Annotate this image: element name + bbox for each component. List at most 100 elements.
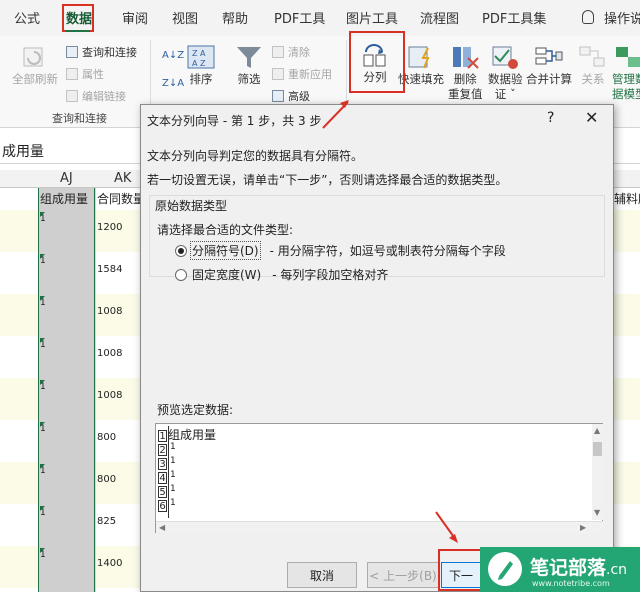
radio-selected-icon[interactable] <box>175 244 187 257</box>
scroll-right-icon[interactable]: ▶ <box>580 523 586 532</box>
wizard-instruction-text: 若一切设置无误，请单击“下一步”，否则请选择最合适的数据类型。 <box>147 173 508 187</box>
help-button[interactable]: ? <box>547 110 554 126</box>
cell-ak-value[interactable]: 800 <box>97 474 116 485</box>
preview-horizontal-scrollbar[interactable]: ◀ ▶ <box>156 521 603 533</box>
cell-aj-value[interactable]: 1 <box>40 508 46 518</box>
cell-ak-value[interactable]: 1584 <box>97 264 122 275</box>
cell-ak-value[interactable]: 825 <box>97 516 116 527</box>
sort-button[interactable]: Z AA Z 排序 <box>186 44 216 87</box>
cell-aj-value[interactable]: 1 <box>40 382 46 392</box>
properties-button[interactable]: 属性 <box>66 66 104 82</box>
scroll-up-icon[interactable]: ▲ <box>594 426 600 435</box>
advanced-filter-button[interactable]: 高级 <box>272 88 310 104</box>
edit-links-button[interactable]: 编辑链接 <box>66 88 126 104</box>
cell-aj-value[interactable]: 1 <box>40 550 46 560</box>
preview-row-number: 5 <box>158 486 167 498</box>
preview-vertical-scrollbar[interactable]: ▲ ▼ <box>592 424 603 520</box>
cell-ak-value[interactable]: 1008 <box>97 348 122 359</box>
tab-data-highlight <box>62 4 94 32</box>
edit-links-icon <box>66 90 78 102</box>
wizard-intro-text: 文本分列向导判定您的数据具有分隔符。 <box>147 149 364 163</box>
lightbulb-icon <box>582 10 594 24</box>
back-button[interactable]: < 上一步(B) <box>367 562 439 588</box>
cell-ak-value[interactable]: 800 <box>97 432 116 443</box>
reapply-button[interactable]: 重新应用 <box>272 66 332 82</box>
choose-type-label: 请选择最合适的文件类型: <box>157 223 294 237</box>
radio-unselected-icon[interactable] <box>175 268 187 281</box>
tab-flowchart[interactable]: 流程图 <box>420 8 459 27</box>
remove-duplicates-icon <box>450 44 480 70</box>
cell-aj-value[interactable]: 1 <box>40 466 46 476</box>
group-title: 原始数据类型 <box>155 197 228 214</box>
tab-picture-tools[interactable]: 图片工具 <box>346 8 398 27</box>
cell-ak-value[interactable]: 1008 <box>97 390 122 401</box>
selected-column-aj[interactable] <box>38 188 95 592</box>
cell-aj-value[interactable]: 1 <box>40 256 46 266</box>
tab-review[interactable]: 审阅 <box>122 8 148 27</box>
svg-text:Z A: Z A <box>192 49 206 58</box>
preview-row-number: 6 <box>158 500 167 512</box>
cell-aj-value[interactable]: 1 <box>40 214 46 224</box>
cell-aj-value[interactable]: 1 <box>40 298 46 308</box>
fixed-width-label: 固定宽度(W) <box>192 268 262 282</box>
preview-value: 1 <box>170 498 176 508</box>
manage-data-model-button[interactable]: 管理数 据模型 <box>612 44 640 102</box>
tab-pdf-toolset[interactable]: PDF工具集 <box>482 8 546 27</box>
column-header-aj[interactable]: AJ <box>60 171 73 186</box>
tab-formulas[interactable]: 公式 <box>14 8 40 27</box>
preview-row-number: 1 <box>158 430 167 442</box>
cell-aj-value[interactable]: 1 <box>40 424 46 434</box>
cancel-button[interactable]: 取消 <box>287 562 357 588</box>
flash-fill-icon <box>406 44 436 70</box>
sort-ascending-button[interactable]: A↓Z <box>162 50 184 61</box>
group-queries-label: 查询和连接 <box>52 112 107 125</box>
tab-data-underline <box>66 30 90 32</box>
close-button[interactable]: ✕ <box>585 108 598 127</box>
sort-za-icon: Z↓A <box>162 78 185 89</box>
sort-descending-button[interactable]: Z↓A <box>162 78 184 89</box>
refresh-icon <box>20 44 50 70</box>
data-preview-pane[interactable]: 组成用量 1 2 3 4 5 6 1 1 1 1 1 ▲ ▼ ◀ ▶ <box>155 423 603 533</box>
cell-right-header[interactable]: 辅料所 <box>614 190 640 207</box>
clear-filter-button[interactable]: 清除 <box>272 44 310 60</box>
cell-ak-value[interactable]: 1200 <box>97 222 122 233</box>
scroll-down-icon[interactable]: ▼ <box>594 508 600 517</box>
scroll-left-icon[interactable]: ◀ <box>159 523 165 532</box>
cell-ak-value[interactable]: 1008 <box>97 306 122 317</box>
relationships-icon <box>578 44 608 70</box>
tab-pdf-tools[interactable]: PDF工具 <box>274 8 325 27</box>
delimited-description: - 用分隔字符，如逗号或制表符分隔每个字段 <box>269 244 506 258</box>
tab-view[interactable]: 视图 <box>172 8 198 27</box>
radio-fixed-width[interactable]: 固定宽度(W) - 每列字段加空格对齐 <box>175 265 388 284</box>
preview-value: 1 <box>170 470 176 480</box>
consolidate-button[interactable]: 合并计算 <box>526 44 572 87</box>
column-header-ak[interactable]: AK <box>114 171 131 186</box>
reapply-icon <box>272 68 284 80</box>
text-to-columns-wizard-dialog: 文本分列向导 - 第 1 步，共 3 步 ? ✕ 文本分列向导判定您的数据具有分… <box>140 104 614 592</box>
tab-help[interactable]: 帮助 <box>222 8 248 27</box>
data-validation-button[interactable]: 数据验 证 ˇ <box>488 44 523 102</box>
advanced-filter-icon <box>272 90 284 102</box>
relationships-button[interactable]: 关系 <box>578 44 608 87</box>
sort-az-icon: A↓Z <box>162 50 185 61</box>
cell-aj-header[interactable]: 组成用量 <box>40 190 88 207</box>
filter-button[interactable]: 筛选 <box>234 44 264 87</box>
radio-delimited[interactable]: 分隔符号(D) - 用分隔字符，如逗号或制表符分隔每个字段 <box>175 241 506 260</box>
remove-duplicates-button[interactable]: 删除 重复值 <box>448 44 483 102</box>
scroll-thumb[interactable] <box>593 442 602 456</box>
tab-tell-me[interactable]: 操作说 <box>604 8 640 27</box>
watermark-logo: 笔记部落.cn www.notetribe.com <box>480 547 640 592</box>
cell-ak-value[interactable]: 1400 <box>97 558 122 569</box>
refresh-all-button[interactable]: 全部刷新 <box>12 44 58 87</box>
queries-connections-button[interactable]: 查询和连接 <box>66 44 137 60</box>
cell-ak-header[interactable]: 合同数量 <box>97 190 146 207</box>
preview-row-number: 3 <box>158 458 167 470</box>
cell-aj-value[interactable]: 1 <box>40 340 46 350</box>
pen-icon <box>488 552 522 586</box>
preview-row-number: 4 <box>158 472 167 484</box>
preview-header: 组成用量 <box>168 428 217 442</box>
dialog-title: 文本分列向导 - 第 1 步，共 3 步 <box>147 114 322 128</box>
watermark-url: www.notetribe.com <box>532 579 610 588</box>
preview-row-number: 2 <box>158 444 167 456</box>
properties-icon <box>66 68 78 80</box>
